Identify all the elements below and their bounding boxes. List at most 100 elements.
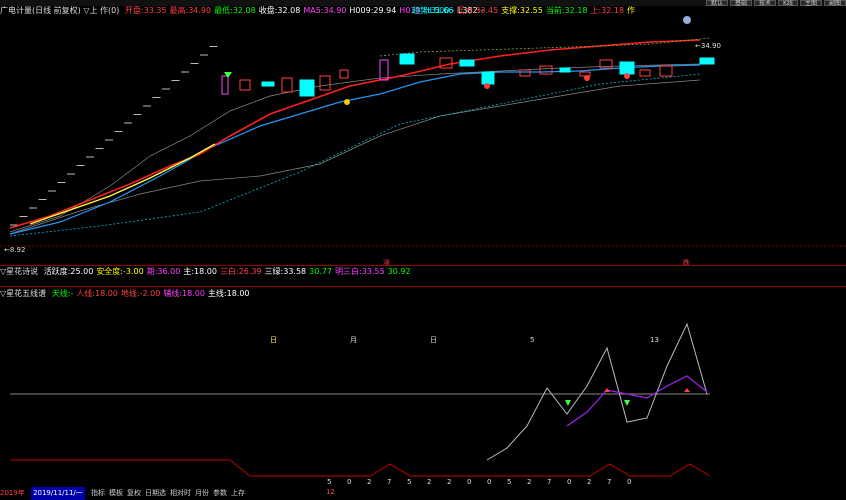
candle-body (239, 79, 251, 91)
indicator1-field: 30.92 (387, 267, 411, 276)
signal-dot (624, 73, 630, 79)
candle-body (659, 65, 673, 77)
candle-body (579, 71, 591, 77)
header-field: 收盘:32.08 (258, 6, 301, 15)
num-label: 7 (387, 478, 391, 486)
candle-body (281, 77, 293, 93)
main-line (486, 322, 708, 461)
candle-body (699, 57, 715, 65)
up-arrow (684, 388, 690, 392)
date-year: 2019年 (0, 489, 25, 497)
main-price-chart[interactable]: ←34.90←8.92涨跌 (0, 16, 846, 266)
candle-body (339, 69, 349, 79)
header-field: H009:29.94 (349, 6, 397, 15)
num-label: 0 (347, 478, 351, 486)
indicator1-title[interactable]: ▽星花诗说 (0, 267, 38, 276)
char-label: 月 (350, 336, 357, 344)
char-label: 日 (430, 336, 437, 344)
header-right-field: 上:32.18 (590, 6, 625, 15)
num-label: 2 (427, 478, 431, 486)
ma-green-dotted (379, 37, 711, 57)
num-label: 0 (487, 478, 491, 486)
down-arrow (624, 400, 630, 406)
indicator1-field: 明三白:33.55 (335, 267, 385, 276)
status-bar: 2019年 2019/11/11/一 指标 模板 复权 日期选 相对时 月份 参数 上存 (0, 487, 846, 500)
indicator1-field: 安全度:-3.00 (96, 267, 144, 276)
guide-line (9, 79, 701, 235)
candle-body (221, 75, 229, 95)
bottom-tab[interactable]: 模板 (109, 487, 123, 500)
header-field: 最低:32.08 (214, 6, 256, 15)
indicator2-chart[interactable]: 日 月 日 5 13 5 0 2 7 5 2 2 0 0 5 2 7 0 2 7 0 (0, 296, 846, 486)
candle-body (559, 67, 571, 73)
price-low-label: ←8.92 (4, 246, 25, 254)
bottom-tab[interactable]: 月份 (195, 487, 209, 500)
candle-body (519, 69, 531, 77)
tab-default[interactable]: 默认 (705, 0, 728, 6)
tab-main[interactable]: 主图 (799, 0, 822, 6)
candle-body (319, 75, 331, 91)
bottom-tab[interactable]: 日期选 (145, 487, 166, 500)
num-label: 7 (607, 478, 611, 486)
candle-body (481, 71, 495, 85)
num-label: 2 (447, 478, 451, 486)
price-high-label: ←34.90 (695, 42, 721, 50)
candle-body (639, 69, 651, 77)
red-line (10, 459, 711, 477)
date-day: 12 (326, 488, 335, 496)
num-label: 5 (407, 478, 411, 486)
bottom-tab[interactable]: 指标 (91, 487, 105, 500)
bottom-tab[interactable]: 上存 (231, 487, 245, 500)
candle-body (459, 59, 475, 67)
ma-blue (9, 64, 701, 235)
date-value: 2019/11/11/一 (31, 487, 85, 500)
tab-tech[interactable]: 技术 (754, 0, 777, 6)
num-label: 7 (547, 478, 551, 486)
header-field: 最高:34.90 (169, 6, 212, 15)
char-label: 5 (530, 336, 534, 344)
candle-body (261, 81, 275, 87)
header-right-field: 趋势:31.66 (412, 6, 454, 15)
num-label: 5 (327, 478, 331, 486)
num-label: 0 (567, 478, 571, 486)
num-label: 2 (367, 478, 371, 486)
header-field: 开盘:33.35 (124, 6, 167, 15)
buy-arrow (224, 72, 232, 78)
tab-sub[interactable]: 副图 (823, 0, 846, 6)
candle-body (539, 65, 553, 75)
header-right-field: 作 (627, 6, 636, 15)
chart-title[interactable]: 广电计量(日线 前复权) ▽上 作(0) (0, 6, 119, 15)
bottom-tab[interactable]: 复权 (127, 487, 141, 500)
signal-dot (683, 16, 691, 24)
indicator1-header: ▽星花诗说 活跃度:25.00 安全度:-3.00 期:36.00 主:18.00 三白… (0, 266, 417, 278)
num-label: 0 (467, 478, 471, 486)
candle-body (619, 61, 635, 75)
candle-body (299, 79, 315, 97)
char-label: 13 (650, 336, 659, 344)
panel-divider (0, 286, 846, 287)
indicator1-field: 期:36.00 (146, 267, 181, 276)
ma-line-dotted (9, 73, 701, 237)
signal-dot (344, 99, 350, 105)
bottom-tab[interactable]: 参数 (213, 487, 227, 500)
header-right-field: 当前:32.18 (545, 6, 588, 15)
down-arrow (565, 400, 571, 406)
top-tabs: 默认 基础 技术 K线 主图 副图 (704, 0, 846, 6)
signal-dot (484, 83, 490, 89)
indicator1-field: 三白:26.39 (219, 267, 262, 276)
candle-body (379, 59, 389, 81)
num-label: 5 (507, 478, 511, 486)
header-field: MA5:34.90 (303, 6, 347, 15)
indicator1-field: 30.77 (309, 267, 333, 276)
header-right-field: 支撑:32.55 (501, 6, 543, 15)
num-label: 2 (587, 478, 591, 486)
indicator1-field: 主:18.00 (183, 267, 217, 276)
num-label: 0 (627, 478, 631, 486)
bottom-tab[interactable]: 相对时 (170, 487, 191, 500)
num-label: 2 (527, 478, 531, 486)
indicator1-field: 活跃度:25.00 (43, 267, 94, 276)
char-label: 日 (270, 336, 277, 344)
tab-basic[interactable]: 基础 (730, 0, 753, 6)
tab-kline[interactable]: K线 (778, 0, 798, 6)
indicator1-field: 三绿:33.58 (264, 267, 307, 276)
